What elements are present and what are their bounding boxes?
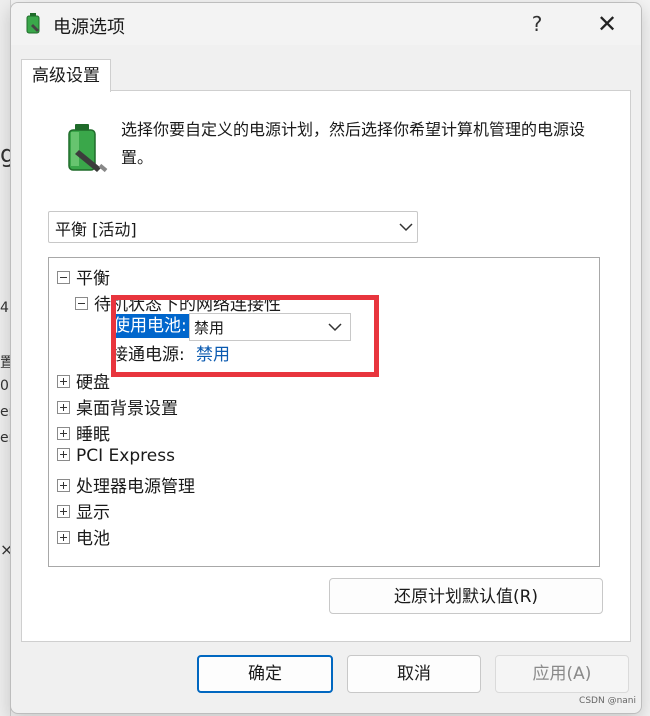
on-battery-select[interactable]: 禁用	[189, 313, 351, 341]
intro-text: 选择你要自定义的电源计划，然后选择你希望计算机管理的电源设置。	[121, 120, 586, 167]
help-button[interactable]: ?	[519, 9, 555, 39]
tree-node-sleep[interactable]: 睡眠	[57, 420, 110, 445]
watermark: CSDN @nani	[579, 696, 636, 706]
dialog-title: 电源选项	[53, 17, 125, 38]
chevron-down-icon	[399, 223, 413, 232]
expand-icon[interactable]	[57, 447, 70, 461]
on-battery-label: 使用电池:	[111, 314, 189, 338]
restore-defaults-button[interactable]: 还原计划默认值(R)	[329, 578, 603, 614]
expand-icon[interactable]	[57, 374, 70, 388]
expand-icon[interactable]	[57, 400, 70, 414]
background-fragment: 0	[0, 378, 9, 394]
tab-advanced-settings[interactable]: 高级设置	[21, 59, 111, 92]
power-plan-select-value: 平衡 [活动]	[55, 220, 137, 239]
close-button[interactable]: ✕	[589, 9, 625, 39]
background-fragment: 4	[0, 300, 9, 316]
power-options-dialog: 电源选项 ? ✕ 高级设置 选择你要自定义的电源计划，然后选择你希望计算机管理的…	[10, 2, 642, 714]
plugged-in-value[interactable]: 禁用	[196, 340, 230, 365]
collapse-icon[interactable]	[75, 296, 88, 310]
chevron-down-icon	[328, 323, 342, 332]
power-plan-select[interactable]: 平衡 [活动]	[48, 211, 418, 243]
battery-plug-icon	[68, 124, 108, 173]
cancel-button[interactable]: 取消	[347, 655, 481, 693]
tree-node-processor-power[interactable]: 处理器电源管理	[57, 472, 195, 497]
tree-node-desktop-background[interactable]: 桌面背景设置	[57, 394, 178, 419]
expand-icon[interactable]	[57, 504, 70, 518]
title-bar[interactable]: 电源选项 ? ✕	[11, 3, 641, 45]
tree-node-network-connectivity[interactable]: 待机状态下的网络连接性	[75, 290, 281, 315]
tree-node-pci-express[interactable]: PCI Express	[57, 446, 175, 466]
expand-icon[interactable]	[57, 530, 70, 544]
tree-node-balanced[interactable]: 平衡	[57, 264, 110, 289]
expand-icon[interactable]	[57, 478, 70, 492]
apply-button[interactable]: 应用(A)	[495, 655, 629, 693]
expand-icon[interactable]	[57, 426, 70, 440]
on-battery-select-value: 禁用	[194, 319, 225, 337]
battery-plug-icon	[26, 13, 40, 34]
tree-node-hard-disk[interactable]: 硬盘	[57, 368, 110, 393]
plugged-in-label: 接通电源:	[111, 345, 185, 365]
tree-node-battery[interactable]: 电池	[57, 524, 110, 549]
tree-node-display[interactable]: 显示	[57, 498, 110, 523]
settings-tree[interactable]: 平衡 待机状态下的网络连接性 使用电池: 禁用 接通电源: 禁用 硬盘 桌面背景…	[48, 257, 600, 567]
collapse-icon[interactable]	[57, 270, 70, 284]
ok-button[interactable]: 确定	[197, 655, 333, 693]
